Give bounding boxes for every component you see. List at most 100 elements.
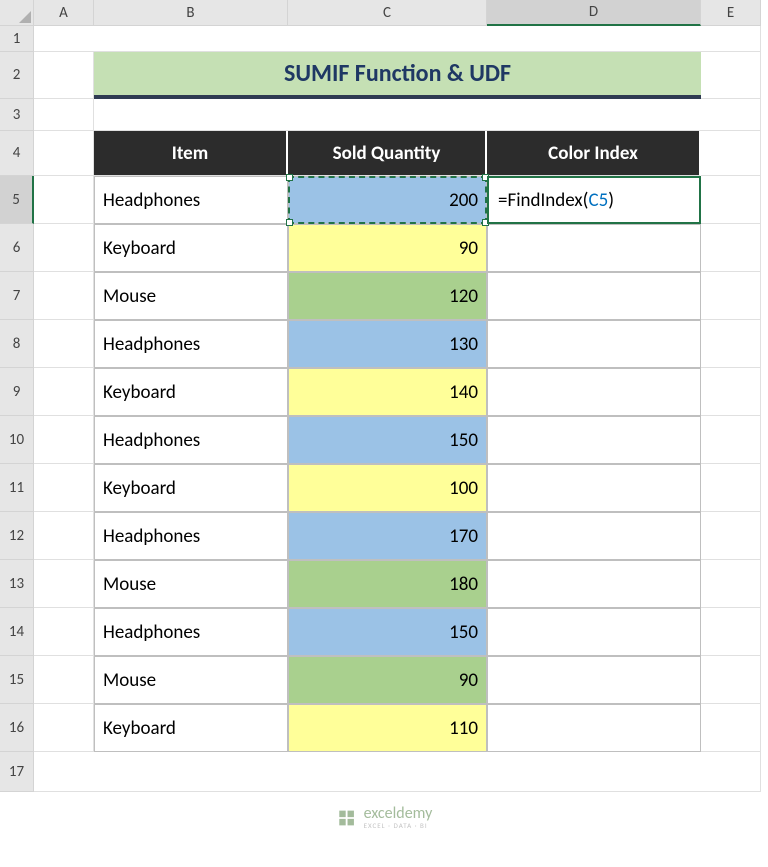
cell[interactable] bbox=[701, 224, 761, 272]
cell-qty[interactable]: 100 bbox=[288, 464, 487, 512]
cell[interactable] bbox=[487, 464, 701, 512]
table-header-item[interactable]: Item bbox=[94, 131, 288, 176]
cell-item[interactable]: Keyboard bbox=[94, 464, 288, 512]
cell[interactable] bbox=[487, 512, 701, 560]
watermark: exceldemy EXCEL · DATA · BI bbox=[336, 806, 433, 829]
cell[interactable] bbox=[487, 416, 701, 464]
cell[interactable] bbox=[701, 320, 761, 368]
cell[interactable] bbox=[701, 656, 761, 704]
cell[interactable] bbox=[487, 704, 701, 752]
cell-qty[interactable]: 150 bbox=[288, 608, 487, 656]
cell-qty[interactable]: 180 bbox=[288, 560, 487, 608]
cell-qty[interactable]: 140 bbox=[288, 368, 487, 416]
row-header-7[interactable]: 7 bbox=[0, 272, 34, 320]
cell-formula[interactable]: =FindIndex(C5) bbox=[487, 176, 701, 224]
watermark-brand: exceldemy bbox=[364, 806, 433, 822]
row-header-11[interactable]: 11 bbox=[0, 464, 34, 512]
col-header-C[interactable]: C bbox=[288, 0, 487, 26]
cell[interactable] bbox=[701, 131, 761, 176]
cell[interactable] bbox=[94, 99, 701, 131]
table-header-qty[interactable]: Sold Quantity bbox=[288, 131, 487, 176]
cell[interactable] bbox=[34, 26, 761, 52]
table-header-idx[interactable]: Color Index bbox=[487, 131, 701, 176]
cell[interactable] bbox=[487, 368, 701, 416]
cell-item[interactable]: Mouse bbox=[94, 656, 288, 704]
row-header-15[interactable]: 15 bbox=[0, 656, 34, 704]
cell-item[interactable]: Mouse bbox=[94, 560, 288, 608]
cell[interactable] bbox=[34, 752, 761, 792]
row-header-12[interactable]: 12 bbox=[0, 512, 34, 560]
cell[interactable] bbox=[487, 320, 701, 368]
cell-qty[interactable]: 90 bbox=[288, 224, 487, 272]
cell-item[interactable]: Keyboard bbox=[94, 368, 288, 416]
cell[interactable] bbox=[34, 704, 94, 752]
cell-item[interactable]: Headphones bbox=[94, 320, 288, 368]
cell-item[interactable]: Mouse bbox=[94, 272, 288, 320]
cell[interactable] bbox=[487, 608, 701, 656]
row-header-3[interactable]: 3 bbox=[0, 99, 34, 131]
row-header-1[interactable]: 1 bbox=[0, 26, 34, 52]
cell[interactable] bbox=[34, 52, 94, 99]
col-header-E[interactable]: E bbox=[701, 0, 761, 26]
cell[interactable] bbox=[34, 464, 94, 512]
row-header-16[interactable]: 16 bbox=[0, 704, 34, 752]
cell[interactable] bbox=[701, 608, 761, 656]
cell[interactable] bbox=[34, 272, 94, 320]
cell[interactable] bbox=[34, 512, 94, 560]
cell-qty[interactable]: 110 bbox=[288, 704, 487, 752]
row-header-9[interactable]: 9 bbox=[0, 368, 34, 416]
cell[interactable] bbox=[701, 560, 761, 608]
row-header-17[interactable]: 17 bbox=[0, 752, 34, 792]
cell[interactable] bbox=[701, 368, 761, 416]
cell[interactable] bbox=[487, 224, 701, 272]
cell[interactable] bbox=[701, 272, 761, 320]
row-header-6[interactable]: 6 bbox=[0, 224, 34, 272]
cell[interactable] bbox=[701, 52, 761, 99]
cell[interactable] bbox=[34, 320, 94, 368]
row-header-5[interactable]: 5 bbox=[0, 176, 34, 224]
cell[interactable] bbox=[34, 368, 94, 416]
cell-item[interactable]: Headphones bbox=[94, 608, 288, 656]
cell[interactable] bbox=[701, 416, 761, 464]
cell[interactable] bbox=[34, 608, 94, 656]
cell[interactable] bbox=[701, 704, 761, 752]
cell[interactable] bbox=[34, 224, 94, 272]
watermark-sub: EXCEL · DATA · BI bbox=[364, 822, 433, 829]
row-header-10[interactable]: 10 bbox=[0, 416, 34, 464]
row-header-4[interactable]: 4 bbox=[0, 131, 34, 176]
cell-item[interactable]: Headphones bbox=[94, 512, 288, 560]
row-header-14[interactable]: 14 bbox=[0, 608, 34, 656]
cell-qty[interactable]: 120 bbox=[288, 272, 487, 320]
cell-item[interactable]: Keyboard bbox=[94, 704, 288, 752]
select-all-corner[interactable] bbox=[0, 0, 34, 26]
cell[interactable] bbox=[487, 656, 701, 704]
cell[interactable] bbox=[487, 272, 701, 320]
cell-qty[interactable]: 150 bbox=[288, 416, 487, 464]
cell[interactable] bbox=[34, 416, 94, 464]
row-header-8[interactable]: 8 bbox=[0, 320, 34, 368]
row-header-13[interactable]: 13 bbox=[0, 560, 34, 608]
cell-item[interactable]: Keyboard bbox=[94, 224, 288, 272]
col-header-A[interactable]: A bbox=[34, 0, 94, 26]
cell-item[interactable]: Headphones bbox=[94, 176, 288, 224]
cell-qty[interactable]: 130 bbox=[288, 320, 487, 368]
spreadsheet-grid: A B C D E 1 2 SUMIF Function & UDF 3 4 I… bbox=[0, 0, 768, 792]
cell[interactable] bbox=[34, 176, 94, 224]
cell[interactable] bbox=[701, 99, 761, 131]
cell[interactable] bbox=[701, 512, 761, 560]
col-header-D[interactable]: D bbox=[487, 0, 701, 26]
cell[interactable] bbox=[701, 464, 761, 512]
cell-item[interactable]: Headphones bbox=[94, 416, 288, 464]
cell[interactable] bbox=[34, 99, 94, 131]
page-title: SUMIF Function & UDF bbox=[94, 52, 701, 99]
cell[interactable] bbox=[34, 656, 94, 704]
cell-qty[interactable]: 90 bbox=[288, 656, 487, 704]
cell[interactable] bbox=[34, 131, 94, 176]
cell-qty[interactable]: 200 bbox=[288, 176, 487, 224]
cell[interactable] bbox=[487, 560, 701, 608]
col-header-B[interactable]: B bbox=[94, 0, 288, 26]
cell[interactable] bbox=[701, 176, 761, 224]
cell[interactable] bbox=[34, 560, 94, 608]
row-header-2[interactable]: 2 bbox=[0, 52, 34, 99]
cell-qty[interactable]: 170 bbox=[288, 512, 487, 560]
